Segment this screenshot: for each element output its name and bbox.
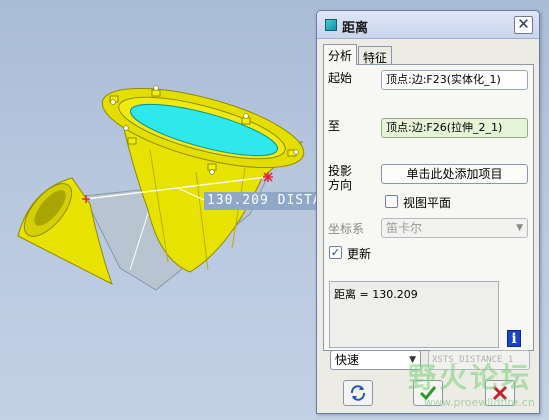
close-icon[interactable]: ✕ (514, 16, 533, 34)
analysis-panel: 起始 顶点:边:F23(实体化_1) 至 顶点:边:F26(拉伸_2_1) 投影… (323, 64, 534, 351)
coord-system-select[interactable]: 笛卡尔 ▼ (381, 218, 528, 238)
refresh-icon (350, 385, 366, 401)
coord-system-label: 坐标系 (328, 222, 365, 236)
projection-label-2: 方向 (328, 178, 353, 192)
dialog-titlebar[interactable]: 距离 ✕ (317, 11, 539, 39)
cancel-button[interactable] (485, 380, 515, 406)
end-point-marker (263, 172, 273, 182)
result-display: 距离 = 130.209 (329, 281, 499, 348)
analysis-icon (325, 19, 337, 31)
from-label: 起始 (328, 71, 353, 85)
view-plane-checkbox[interactable] (385, 195, 398, 208)
distance-dialog: 距离 ✕ 分析 特征 起始 顶点:边:F23(实体化_1) 至 顶点:边:F26… (316, 10, 540, 414)
chevron-down-icon: ▼ (409, 355, 416, 365)
dialog-title: 距离 (342, 21, 369, 36)
tab-feature[interactable]: 特征 (358, 46, 392, 65)
add-projection-button[interactable]: 单击此处添加项目 (381, 164, 528, 184)
mode-select-value: 快速 (335, 353, 360, 367)
view-plane-label: 视图平面 (403, 196, 452, 210)
update-label: 更新 (347, 247, 372, 261)
mode-select[interactable]: 快速 ▼ (330, 350, 421, 370)
tab-analysis[interactable]: 分析 (323, 44, 357, 65)
from-reference-field[interactable]: 顶点:边:F23(实体化_1) (381, 70, 528, 90)
checkmark-icon (419, 386, 437, 401)
chevron-down-icon: ▼ (516, 223, 523, 233)
coord-system-value: 笛卡尔 (386, 221, 423, 235)
update-checkbox[interactable]: ✓ (329, 246, 342, 259)
info-icon[interactable]: i (507, 330, 521, 347)
to-reference-field[interactable]: 顶点:边:F26(拉伸_2_1) (381, 118, 528, 138)
distance-measurement-label: 130.209 DISTANCE_1 (204, 192, 316, 210)
ok-button[interactable] (413, 380, 443, 406)
feature-name-field: XSTS_DISTANCE_1 (428, 350, 530, 370)
result-text: 距离 = 130.209 (334, 288, 418, 301)
cancel-x-icon (492, 385, 508, 401)
repeat-analysis-button[interactable] (343, 380, 373, 406)
to-label: 至 (328, 119, 341, 133)
